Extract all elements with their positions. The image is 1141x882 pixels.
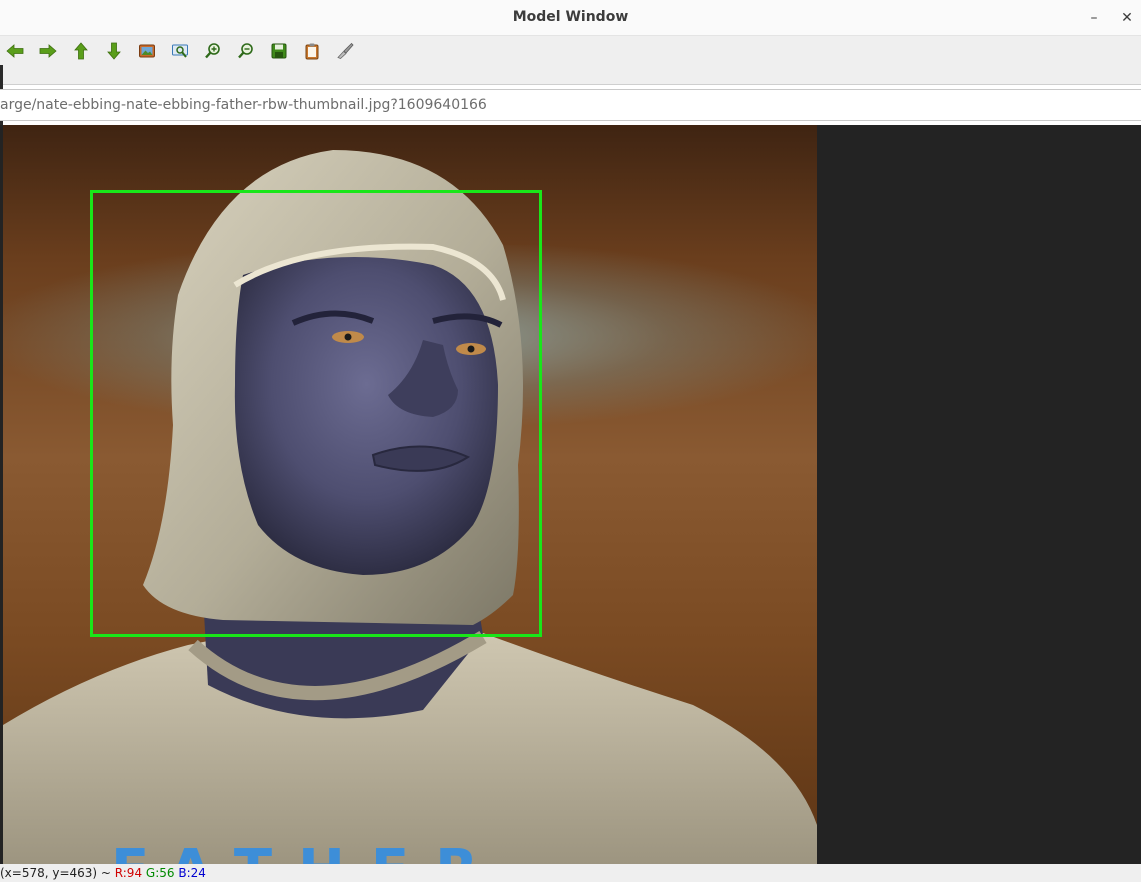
pixel-red-value: R:94	[114, 866, 143, 880]
save-button[interactable]	[268, 40, 290, 62]
pan-down-button[interactable]	[103, 40, 125, 62]
url-bar[interactable]: arge/nate-ebbing-nate-ebbing-father-rbw-…	[0, 89, 1141, 121]
image-icon	[139, 44, 155, 58]
minimize-button[interactable]: –	[1082, 6, 1106, 30]
clipboard-button[interactable]	[301, 40, 323, 62]
clipboard-icon	[305, 43, 319, 60]
pan-up-button[interactable]	[70, 40, 92, 62]
url-field[interactable]: arge/nate-ebbing-nate-ebbing-father-rbw-…	[0, 97, 1130, 113]
pan-left-button[interactable]	[4, 40, 26, 62]
toolbar	[0, 36, 1141, 65]
window-title: Model Window	[512, 9, 629, 25]
close-icon: ✕	[1121, 10, 1133, 26]
pixel-green-value: G:56	[145, 866, 175, 880]
zoom-out-button[interactable]	[235, 40, 257, 62]
brush-button[interactable]	[334, 40, 356, 62]
arrow-up-icon	[74, 42, 88, 60]
brush-icon	[337, 42, 354, 59]
zoom-out-icon	[238, 43, 253, 59]
photo: FATHER	[3, 125, 817, 864]
status-bar: (x=578, y=463) ~ R:94 G:56 B:24	[0, 864, 1141, 882]
title-bar: Model Window – ✕	[0, 0, 1141, 36]
pan-right-button[interactable]	[37, 40, 59, 62]
toolbar-spacer	[0, 65, 1141, 85]
arrow-down-icon	[107, 42, 121, 60]
arrow-right-icon	[39, 44, 57, 58]
arrow-left-icon	[6, 44, 24, 58]
image-button[interactable]	[136, 40, 158, 62]
zoom-in-icon	[205, 43, 220, 59]
zoom-in-button[interactable]	[202, 40, 224, 62]
face-detection-box	[90, 190, 542, 637]
zoom-fit-icon	[172, 44, 188, 58]
image-canvas[interactable]: FATHER	[0, 125, 1141, 864]
close-button[interactable]: ✕	[1115, 6, 1139, 30]
zoom-fit-button[interactable]	[169, 40, 191, 62]
cursor-coordinates: (x=578, y=463) ~	[0, 866, 115, 880]
overlay-text: FATHER	[111, 843, 504, 865]
pixel-blue-value: B:24	[178, 866, 206, 880]
minimize-icon: –	[1090, 10, 1098, 26]
save-icon	[271, 43, 287, 59]
